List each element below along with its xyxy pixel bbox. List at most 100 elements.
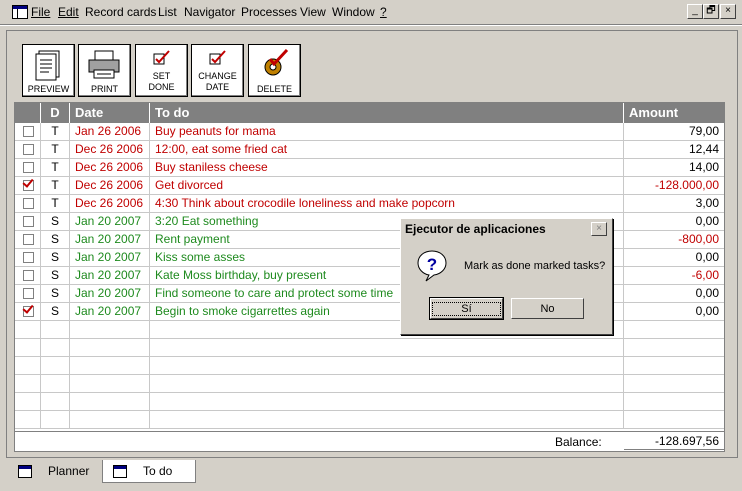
- menu-record-cards[interactable]: Record cards: [85, 5, 156, 19]
- row-d: T: [41, 159, 70, 177]
- row-todo: Get divorced: [150, 177, 624, 195]
- table-row[interactable]: T Dec 26 2006 Get divorced -128.000,00: [15, 177, 724, 195]
- row-todo: 4:30 Think about crocodile loneliness an…: [150, 195, 624, 213]
- table-row[interactable]: [15, 321, 724, 339]
- menu-view[interactable]: View: [300, 5, 326, 19]
- preview-button[interactable]: PREVIEW: [22, 44, 75, 97]
- row-date: Jan 26 2006: [70, 123, 150, 141]
- row-checkbox[interactable]: [23, 216, 34, 227]
- toolbar: PREVIEW PRINT SET DONE CHANGE DATE DELET…: [14, 38, 308, 98]
- print-button[interactable]: PRINT: [78, 44, 131, 97]
- row-d: S: [41, 303, 70, 321]
- table-row[interactable]: S Jan 20 2007 3:20 Eat something 0,00: [15, 213, 724, 231]
- dialog-title: Ejecutor de aplicaciones: [405, 222, 546, 236]
- preview-icon: [35, 50, 60, 81]
- delete-button[interactable]: DELETE: [248, 44, 301, 97]
- tab-planner-label: Planner: [48, 464, 90, 478]
- row-todo: [150, 357, 624, 375]
- row-date: [70, 393, 150, 411]
- row-todo: [150, 411, 624, 429]
- table-row[interactable]: S Jan 20 2007 Kiss some asses 0,00: [15, 249, 724, 267]
- table-row[interactable]: [15, 411, 724, 429]
- row-checkbox[interactable]: [23, 306, 34, 317]
- menu-help[interactable]: ?: [380, 5, 387, 19]
- row-date: Jan 20 2007: [70, 303, 150, 321]
- menu-window[interactable]: Window: [332, 5, 375, 19]
- planner-icon: [18, 465, 32, 478]
- table-row[interactable]: S Jan 20 2007 Find someone to care and pro…: [15, 285, 724, 303]
- row-d: T: [41, 123, 70, 141]
- menu-file[interactable]: File: [31, 5, 50, 19]
- row-checkbox[interactable]: [23, 180, 34, 191]
- row-check-cell: [15, 321, 41, 339]
- row-checkbox[interactable]: [23, 126, 34, 137]
- restore-button[interactable]: 🗗: [703, 4, 719, 19]
- print-label: PRINT: [91, 84, 118, 94]
- change-date-button[interactable]: CHANGE DATE: [191, 44, 244, 97]
- menu-list[interactable]: List: [158, 5, 177, 19]
- row-d: [41, 321, 70, 339]
- set-done-button[interactable]: SET DONE: [135, 44, 188, 97]
- table-row[interactable]: T Dec 26 2006 4:30 Think about crocodile l…: [15, 195, 724, 213]
- no-button[interactable]: No: [511, 298, 584, 319]
- row-date: [70, 411, 150, 429]
- row-checkbox[interactable]: [23, 162, 34, 173]
- row-date: Dec 26 2006: [70, 141, 150, 159]
- table-row[interactable]: [15, 339, 724, 357]
- header-date[interactable]: Date: [70, 103, 150, 123]
- menu-edit[interactable]: Edit: [58, 5, 79, 19]
- row-d: [41, 411, 70, 429]
- row-checkbox[interactable]: [23, 144, 34, 155]
- row-checkbox[interactable]: [23, 234, 34, 245]
- table-row[interactable]: S Jan 20 2007 Rent payment -800,00: [15, 231, 724, 249]
- row-checkbox[interactable]: [23, 270, 34, 281]
- row-check-cell: [15, 303, 41, 321]
- grid-header: D Date To do Amount: [15, 103, 724, 123]
- calendar-check-icon: [209, 50, 226, 65]
- menu-navigator[interactable]: Navigator: [184, 5, 235, 19]
- delete-label: DELETE: [256, 84, 292, 94]
- header-d[interactable]: D: [41, 103, 70, 123]
- row-checkbox[interactable]: [23, 198, 34, 209]
- minimize-button[interactable]: _: [687, 4, 703, 19]
- row-date: [70, 339, 150, 357]
- row-amount: [624, 393, 724, 411]
- header-amount[interactable]: Amount: [624, 103, 724, 123]
- table-row[interactable]: T Dec 26 2006 Buy staniless cheese 14,00: [15, 159, 724, 177]
- table-row[interactable]: T Jan 26 2006 Buy peanuts for mama 79,00: [15, 123, 724, 141]
- tab-todo[interactable]: To do: [102, 460, 196, 483]
- row-amount: 0,00: [695, 304, 719, 318]
- row-date: Jan 20 2007: [70, 231, 150, 249]
- table-row[interactable]: [15, 357, 724, 375]
- menu-separator-highlight: [0, 25, 742, 26]
- row-checkbox[interactable]: [23, 252, 34, 263]
- row-todo: Buy peanuts for mama: [150, 123, 624, 141]
- row-amount: [624, 357, 724, 375]
- table-row[interactable]: S Jan 20 2007 Begin to smoke cigarrettes a…: [15, 303, 724, 321]
- close-button[interactable]: ×: [720, 4, 736, 19]
- row-check-cell: [15, 357, 41, 375]
- row-check-cell: [15, 213, 41, 231]
- app-icon[interactable]: [12, 5, 28, 19]
- row-amount: [624, 411, 724, 429]
- row-check-cell: [15, 411, 41, 429]
- row-checkbox[interactable]: [23, 288, 34, 299]
- set-done-label-2: DONE: [148, 82, 175, 92]
- row-date: Jan 20 2007: [70, 213, 150, 231]
- header-check[interactable]: [15, 103, 41, 123]
- row-todo: [150, 375, 624, 393]
- table-row[interactable]: T Dec 26 2006 12:00, eat some fried cat 12,…: [15, 141, 724, 159]
- row-check-cell: [15, 339, 41, 357]
- table-row[interactable]: [15, 393, 724, 411]
- tab-planner[interactable]: Planner: [8, 460, 102, 482]
- header-todo[interactable]: To do: [150, 103, 624, 123]
- row-amount: 79,00: [688, 124, 719, 138]
- tab-todo-label: To do: [143, 464, 173, 478]
- yes-button[interactable]: Sí: [429, 297, 504, 320]
- menu-processes[interactable]: Processes: [241, 5, 297, 19]
- row-date: [70, 375, 150, 393]
- table-row[interactable]: [15, 375, 724, 393]
- dialog-close-button[interactable]: ×: [591, 222, 607, 236]
- table-row[interactable]: S Jan 20 2007 Kate Moss birthday, buy pres…: [15, 267, 724, 285]
- row-check-cell: [15, 285, 41, 303]
